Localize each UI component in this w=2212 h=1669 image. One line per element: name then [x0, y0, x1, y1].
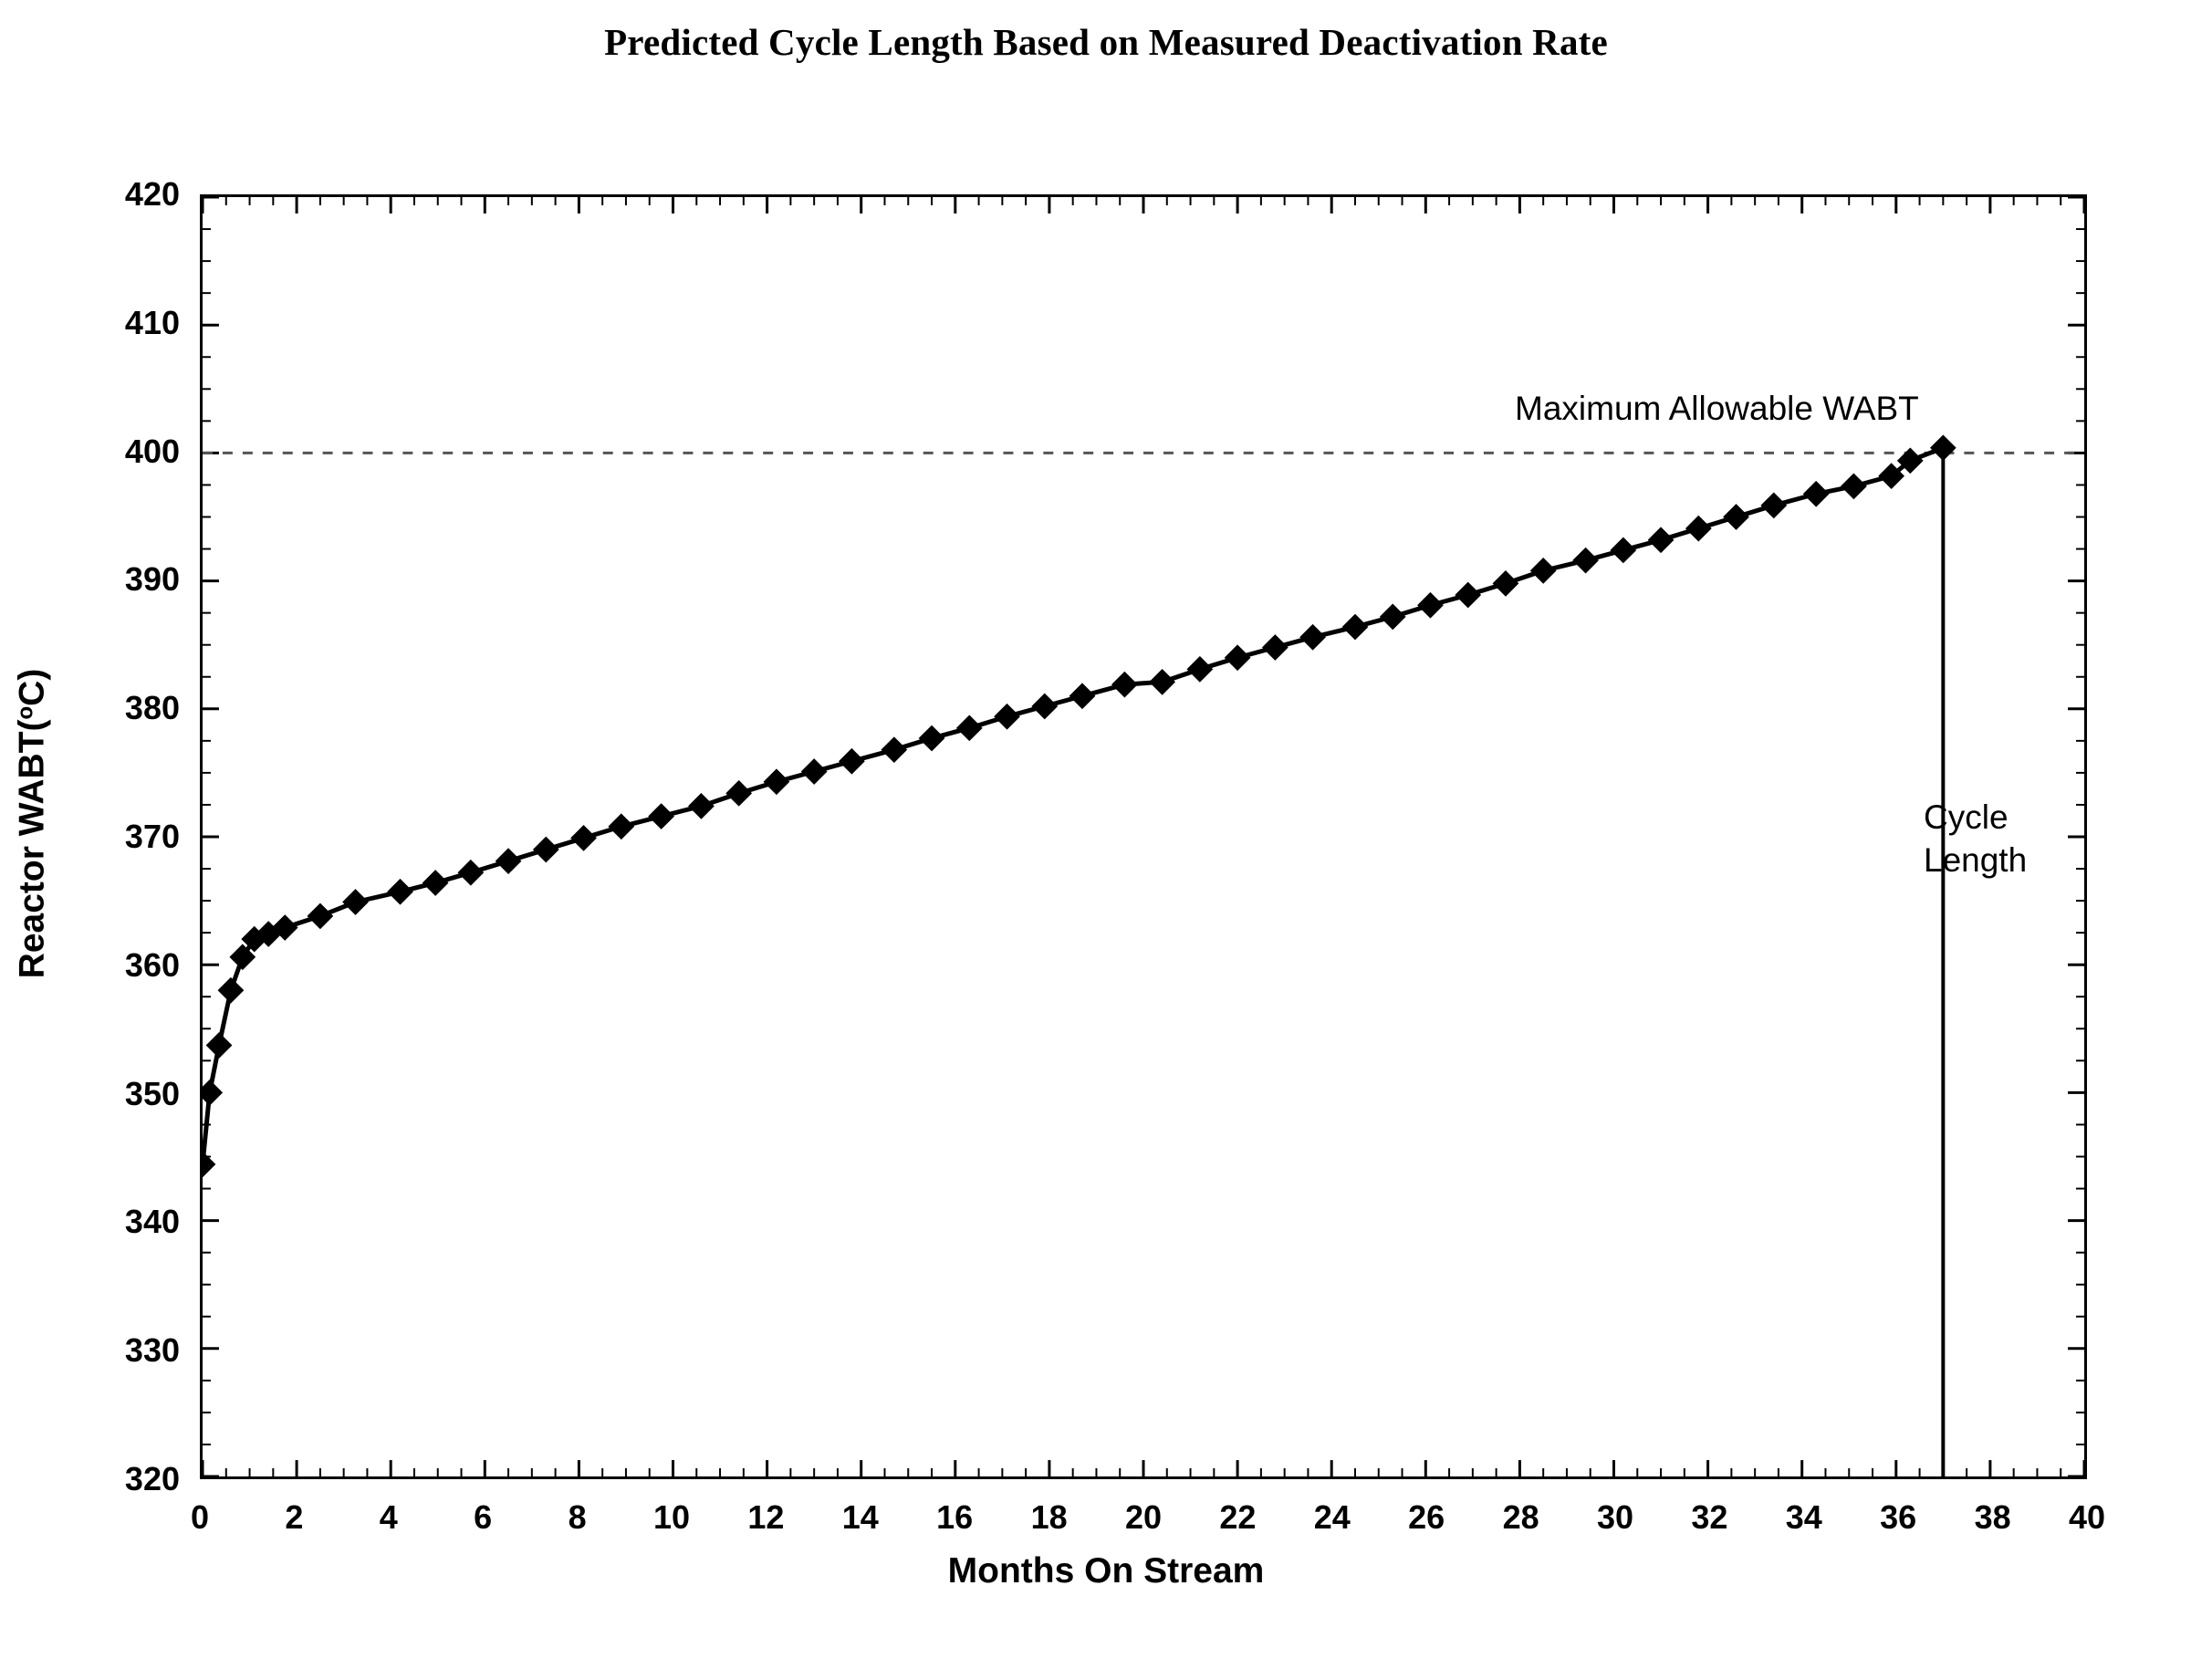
reference-lines-group: [203, 447, 2084, 1476]
x-tick-label: 10: [652, 1498, 691, 1536]
annotation-max-allowable-wabt: Maximum Allowable WABT: [1515, 390, 1919, 427]
x-tick-label: 8: [568, 1498, 587, 1536]
x-tick-label: 16: [936, 1498, 974, 1536]
annotation-cycle-length: Cycle Length: [1924, 796, 2027, 881]
y-tick-label: 350: [124, 1074, 180, 1112]
data-series-group: [203, 434, 1956, 1178]
y-tick-label: 390: [124, 560, 180, 599]
y-tick-label: 400: [124, 432, 180, 470]
y-axis-title-main: Reactor WABT(: [12, 719, 52, 979]
x-axis-title: Months On Stream: [947, 1551, 1265, 1591]
y-tick-label: 370: [124, 818, 180, 855]
x-tick-label: 36: [1880, 1498, 1917, 1536]
x-tick-label: 32: [1691, 1498, 1728, 1536]
x-tick-label: 14: [841, 1498, 879, 1536]
y-tick-label: 340: [124, 1203, 180, 1241]
x-tick-label: 12: [747, 1498, 785, 1536]
x-tick-label: 4: [379, 1498, 398, 1536]
y-axis-title: Reactor WABT(oC): [6, 532, 53, 1116]
annotation-cycle-length-line1: Cycle: [1924, 798, 2009, 836]
x-tick-label: 28: [1502, 1498, 1539, 1536]
x-tick-label: 40: [2068, 1498, 2106, 1536]
x-tick-label: 6: [474, 1498, 493, 1536]
x-tick-label: 0: [190, 1498, 210, 1536]
y-tick-label: 410: [124, 303, 180, 341]
chart-figure: Predicted Cycle Length Based on Measured…: [0, 0, 2212, 1669]
y-tick-label: 420: [124, 175, 180, 213]
y-axis-title-tail: C): [12, 668, 52, 706]
x-tick-label: 20: [1124, 1498, 1163, 1536]
y-axis-title-degree: o: [13, 705, 38, 720]
x-tick-label: 22: [1219, 1498, 1257, 1536]
x-tick-label: 38: [1974, 1498, 2011, 1536]
x-tick-label: 26: [1408, 1498, 1445, 1536]
plot-area: [200, 194, 2087, 1479]
x-tick-label: 30: [1596, 1498, 1634, 1536]
x-tick-label: 24: [1313, 1498, 1351, 1536]
x-tick-label: 2: [285, 1498, 304, 1536]
y-tick-label: 320: [124, 1460, 180, 1497]
y-tick-label: 360: [124, 945, 180, 984]
annotation-cycle-length-line2: Length: [1924, 841, 2028, 879]
y-tick-label: 380: [124, 689, 180, 727]
y-tick-label: 330: [124, 1331, 180, 1370]
page-title: Predicted Cycle Length Based on Measured…: [604, 21, 1608, 63]
x-tick-label: 18: [1030, 1498, 1068, 1536]
x-tick-label: 34: [1785, 1498, 1822, 1536]
